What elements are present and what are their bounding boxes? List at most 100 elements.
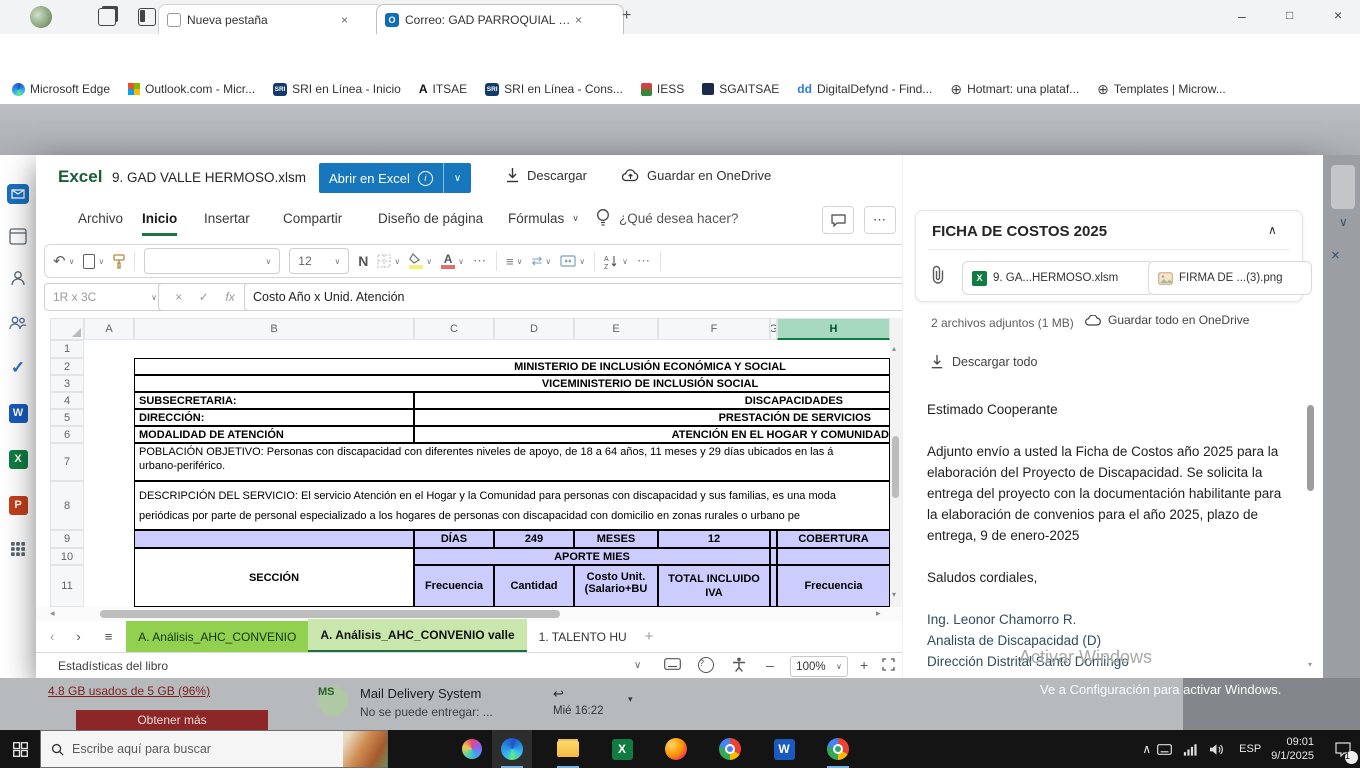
sheet-grid[interactable]: A B C D E F G H 1 2 3 4 5 6 7 8 9 10 11 … [36, 318, 902, 607]
accessibility-icon[interactable] [732, 657, 746, 672]
tab-close-icon[interactable]: × [575, 13, 582, 27]
col-header-B[interactable]: B [134, 318, 414, 340]
sheet-list-icon[interactable]: ≡ [105, 629, 113, 644]
taskbar-copilot-icon[interactable] [452, 730, 492, 768]
email-scrollbar-thumb[interactable] [1307, 405, 1314, 491]
hscroll-thumb[interactable] [100, 610, 560, 618]
tray-network-icon[interactable] [1177, 730, 1203, 768]
taskbar-explorer-icon[interactable] [548, 730, 588, 768]
workspaces-icon[interactable] [98, 8, 116, 26]
cell-g11[interactable] [770, 565, 777, 607]
zoom-level-select[interactable]: 100%∨ [790, 656, 848, 677]
col-header-F[interactable]: F [658, 318, 770, 340]
download-all-button[interactable]: Descargar todo [931, 355, 1037, 369]
scroll-down-icon[interactable]: ▾ [892, 590, 896, 599]
cell-dias[interactable]: DÍAS [414, 530, 494, 548]
taskbar-excel-icon[interactable]: X [602, 730, 642, 768]
col-header-E[interactable]: E [574, 318, 658, 340]
scroll-thumb[interactable] [892, 436, 899, 498]
row-header-7[interactable]: 7 [50, 443, 84, 481]
row-header-11[interactable]: 11 [50, 565, 84, 607]
cell-subsecretaria-value[interactable]: DISCAPACIDADES [414, 392, 890, 409]
start-button[interactable] [0, 730, 40, 768]
menu-insertar[interactable]: Insertar [204, 211, 250, 226]
cell-dias-value[interactable]: 249 [494, 530, 574, 548]
sort-filter-button[interactable]: AZ∨ [604, 254, 628, 269]
tray-clock[interactable]: 09:019/1/2025 [1271, 735, 1314, 763]
cell-poblacion-objetivo[interactable]: POBLACIÓN OBJETIVO: Personas con discapa… [134, 443, 890, 481]
taskbar-word-icon[interactable]: W [764, 730, 804, 768]
taskbar-chrome-profile-icon[interactable] [818, 730, 858, 768]
menu-more-button[interactable]: ⋯ [864, 206, 896, 234]
bookmark-edge[interactable]: Microsoft Edge [12, 82, 110, 96]
get-more-button[interactable]: Obtener más [76, 710, 268, 730]
bookmark-itsae[interactable]: AITSAE [419, 82, 467, 96]
help-icon[interactable]: ? [698, 657, 714, 673]
cell-total-iva[interactable]: TOTAL INCLUIDO IVA [658, 565, 770, 607]
menu-diseno[interactable]: Diseño de página [378, 211, 483, 226]
paste-button[interactable]: ∨ [83, 254, 104, 269]
cell-frecuencia-cobertura[interactable]: Frecuencia [777, 565, 890, 607]
email-list-sender[interactable]: Mail Delivery System [360, 686, 481, 701]
tab-close-icon[interactable]: × [341, 13, 348, 27]
todo-check-icon[interactable]: ✓ [7, 357, 29, 379]
status-chevron-icon[interactable]: ∨ [634, 660, 641, 671]
grid-vertical-scrollbar[interactable]: ▴ ▾ [890, 318, 902, 607]
cell-g9[interactable] [770, 530, 777, 548]
email-scroll-down-icon[interactable]: ▾ [1308, 660, 1312, 669]
fx-icon[interactable]: fx [225, 290, 234, 304]
taskbar-edge-icon[interactable] [492, 730, 532, 768]
tellme-input[interactable]: ¿Qué desea hacer? [619, 211, 738, 226]
taskbar-search-input[interactable]: Escribe aquí para buscar [40, 730, 388, 768]
cell-g10[interactable] [770, 548, 777, 565]
scroll-up-icon[interactable]: ▴ [892, 344, 896, 353]
tab-nueva-pestana[interactable]: Nueva pestaña × [158, 4, 384, 35]
cell-modalidad-label[interactable]: MODALIDAD DE ATENCIÓN [134, 426, 414, 443]
calendar-icon[interactable] [7, 225, 29, 247]
tray-chevron-icon[interactable]: ∧ [1142, 742, 1151, 756]
cell-b9[interactable] [134, 530, 414, 548]
merge-cells-button[interactable]: ∨ [560, 255, 585, 267]
open-options-chevron-icon[interactable]: ∨ [444, 173, 471, 184]
cell-aporte-mies[interactable]: APORTE MIES [414, 548, 770, 565]
row-header-4[interactable]: 4 [50, 392, 84, 409]
sheet-next-icon[interactable]: › [76, 629, 80, 644]
fill-color-button[interactable]: ∨ [409, 253, 432, 269]
cell-h10[interactable] [777, 548, 890, 565]
enter-icon[interactable]: ✓ [199, 290, 209, 304]
row-header-10[interactable]: 10 [50, 548, 84, 565]
powerpoint-icon[interactable]: P [7, 494, 29, 516]
cell-modalidad-value[interactable]: ATENCIÓN EN EL HOGAR Y COMUNIDAD [414, 426, 890, 443]
excel-icon[interactable]: X [7, 448, 29, 470]
row-header-3[interactable]: 3 [50, 375, 84, 392]
col-header-H-selected[interactable]: H [777, 318, 890, 340]
toolbar-more-button[interactable]: ⋯ [637, 253, 651, 269]
tray-language[interactable]: ESP [1239, 743, 1261, 755]
menu-inicio[interactable]: Inicio [142, 211, 177, 236]
name-box[interactable]: 1R x 3C∨ [44, 283, 166, 311]
menu-formulas[interactable]: Fórmulas∨ [508, 211, 579, 226]
font-name-select[interactable]: ∨ [144, 248, 280, 274]
bookmark-outlook[interactable]: Outlook.com - Micr... [128, 82, 255, 96]
cancel-icon[interactable]: × [175, 290, 182, 304]
save-all-onedrive-button[interactable]: Guardar todo en OneDrive [1085, 313, 1249, 327]
add-sheet-icon[interactable]: + [645, 628, 654, 645]
open-in-excel-button[interactable]: Abrir en Exceli ∨ [319, 163, 471, 193]
zoom-in-icon[interactable]: + [860, 657, 868, 673]
bookmark-templates[interactable]: ⊕Templates | Microw... [1097, 81, 1226, 98]
cell-cantidad[interactable]: Cantidad [494, 565, 574, 607]
menu-compartir[interactable]: Compartir [283, 211, 342, 226]
row-header-8[interactable]: 8 [50, 481, 84, 530]
browser-profile-avatar[interactable] [30, 6, 52, 28]
select-all-corner[interactable] [50, 318, 84, 340]
font-color-button[interactable]: A∨ [441, 254, 464, 269]
row-header-2[interactable]: 2 [50, 358, 84, 375]
bookmark-hotmart[interactable]: ⊕Hotmart: una plataf... [950, 81, 1079, 98]
collapse-chevron-icon[interactable]: ∧ [1268, 223, 1277, 237]
cell-direccion-label[interactable]: DIRECCIÓN: [134, 409, 414, 426]
sheet-prev-icon[interactable]: ‹ [50, 629, 54, 644]
align-button[interactable]: ≡∨ [506, 254, 522, 269]
col-header-C[interactable]: C [414, 318, 494, 340]
bookmark-iess[interactable]: IESS [641, 82, 684, 96]
undo-button[interactable]: ↶∨ [53, 252, 74, 270]
